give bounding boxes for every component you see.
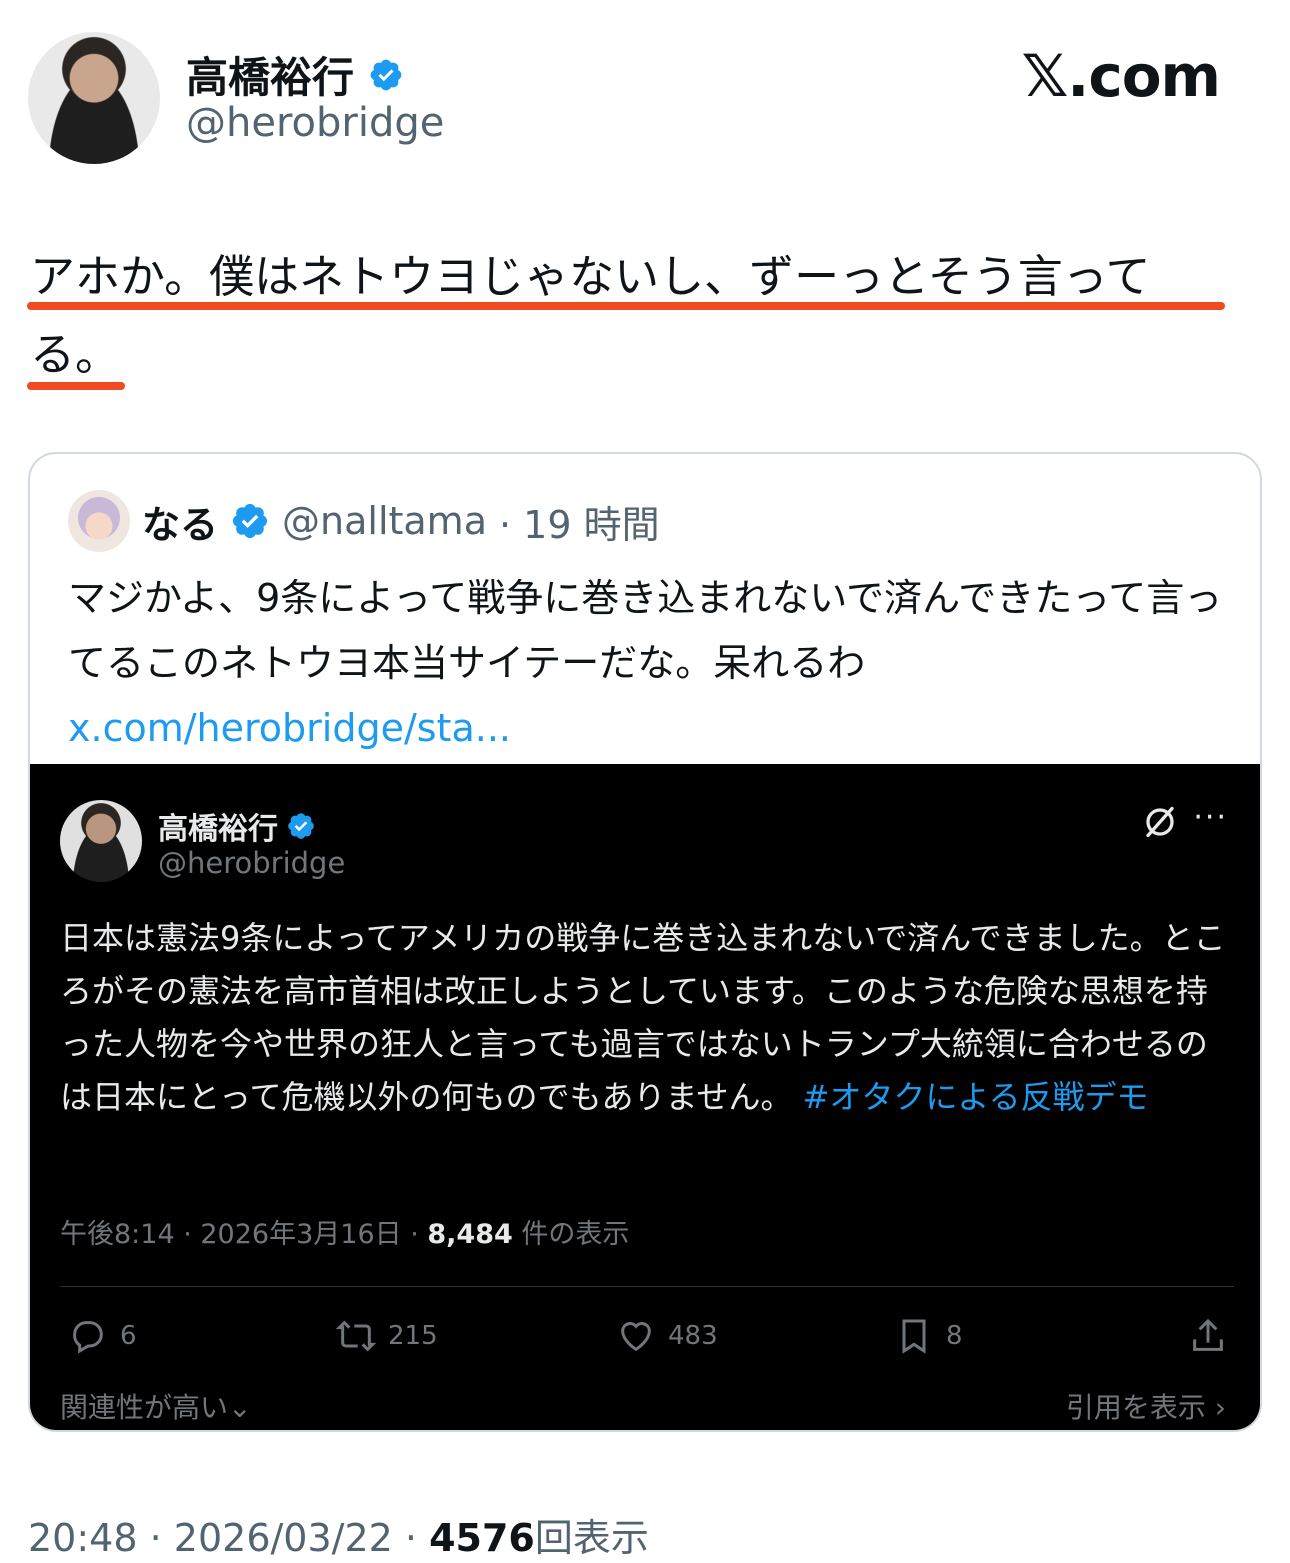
embedded-meta-views: 8,484	[427, 1219, 513, 1250]
meta-sep: ·	[149, 1516, 162, 1560]
repost-count: 215	[388, 1321, 438, 1351]
quoted-post-link[interactable]: x.com/herobridge/sta...	[68, 696, 1238, 761]
embedded-hashtag: #オタクによる反戦デモ	[802, 1078, 1149, 1116]
author-name-row: 高橋裕行	[186, 44, 404, 105]
embedded-author-handle: @herobridge	[158, 846, 346, 880]
share-icon	[1193, 1318, 1223, 1351]
verified-badge-icon	[288, 813, 314, 839]
bookmark-icon	[902, 1319, 926, 1354]
author-name[interactable]: 高橋裕行	[186, 44, 354, 105]
embedded-meta-views-label: 件の表示	[512, 1219, 630, 1250]
meta-sep: ·	[404, 1516, 418, 1560]
red-underline-annotation	[27, 302, 1225, 310]
x-logo: 𝕏.com	[1021, 42, 1221, 110]
bookmark-action: 8	[894, 1316, 963, 1356]
quoted-post-text-block: マジかよ、9条によって戦争に巻き込まれないで済んできたって言ってるこのネトウヨ本…	[68, 566, 1238, 761]
post-text: アホか。僕はネトウヨじゃないし、ずーっとそう言ってる。	[30, 250, 1151, 381]
like-count: 483	[668, 1321, 718, 1351]
embedded-meta-time: 午後8:14 · 2026年3月16日 ·	[60, 1219, 428, 1250]
embedded-author-avatar	[60, 800, 142, 882]
quoted-post-text: マジかよ、9条によって戦争に巻き込まれないで済んできたって言ってるこのネトウヨ本…	[68, 576, 1223, 685]
heart-icon	[621, 1322, 651, 1352]
quoted-author-avatar[interactable]	[68, 490, 130, 552]
red-underline-annotation	[27, 382, 125, 390]
quoted-post-time[interactable]: · 19 時間	[499, 494, 660, 549]
reply-action: 6	[68, 1316, 137, 1356]
embedded-author-name: 高橋裕行	[158, 812, 278, 847]
post-view-count: 4576	[429, 1516, 535, 1560]
bookmark-count: 8	[946, 1321, 963, 1351]
embedded-name-row: 高橋裕行	[158, 804, 316, 848]
quoted-post-header: なる @nalltama · 19 時間	[68, 490, 660, 552]
embedded-action-bar: 6 215 483 8	[68, 1316, 1238, 1362]
divider	[60, 1286, 1234, 1287]
like-action: 483	[616, 1316, 718, 1356]
grok-icon	[1146, 806, 1174, 838]
sort-relevance: 関連性が高い⌄	[60, 1391, 252, 1424]
view-quotes: 引用を表示 ›	[1065, 1391, 1226, 1424]
more-options-icon: ···	[1193, 800, 1228, 835]
post-date[interactable]: 2026/03/22	[174, 1516, 393, 1560]
repost-action: 215	[336, 1316, 438, 1356]
verified-badge-icon	[370, 59, 402, 90]
quoted-author-name[interactable]: なる	[142, 494, 218, 549]
reply-count: 6	[120, 1321, 137, 1351]
reply-icon	[73, 1321, 103, 1354]
post-meta: 20:48 · 2026/03/22 · 4576回表示	[28, 1507, 649, 1562]
embedded-post-text-block: 日本は憲法9条によってアメリカの戦争に巻き込まれないで済んできました。ところがそ…	[60, 912, 1230, 1124]
author-handle[interactable]: @herobridge	[186, 100, 444, 146]
quoted-author-handle[interactable]: @nalltama	[282, 499, 487, 543]
quoted-post-card[interactable]: なる @nalltama · 19 時間 マジかよ、9条によって戦争に巻き込まれ…	[28, 452, 1262, 1432]
post-time[interactable]: 20:48	[28, 1516, 138, 1560]
embedded-post-screenshot[interactable]: 高橋裕行 @herobridge ··· 日本は憲法9条によってアメリカの戦争に…	[30, 764, 1260, 1430]
post-view-label: 回表示	[534, 1516, 649, 1560]
repost-icon	[336, 1320, 376, 1352]
share-action	[1188, 1316, 1228, 1356]
verified-badge-icon	[232, 503, 268, 539]
embedded-post-meta: 午後8:14 · 2026年3月16日 · 8,484 件の表示	[60, 1212, 629, 1251]
author-avatar[interactable]	[28, 32, 160, 164]
